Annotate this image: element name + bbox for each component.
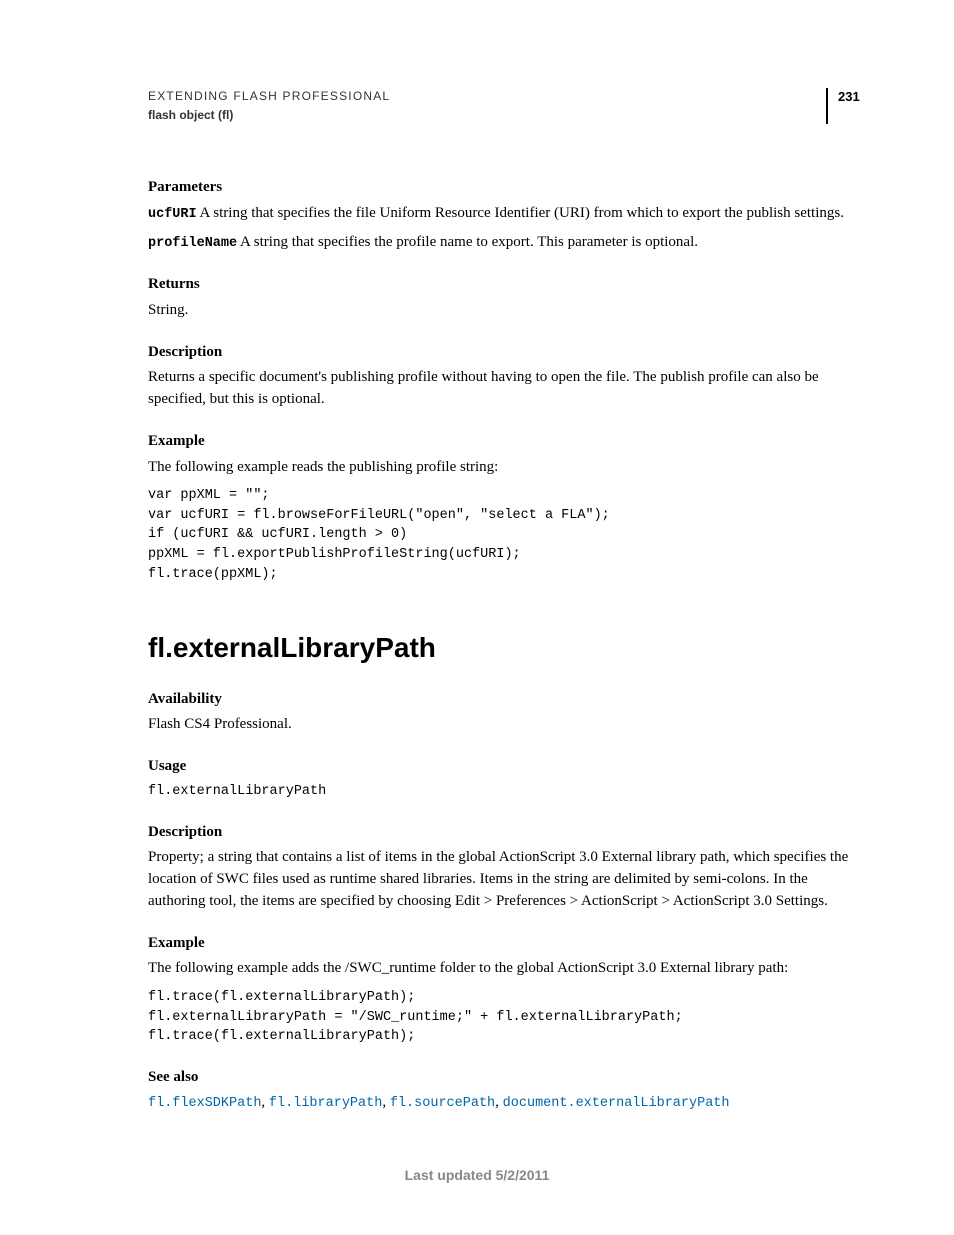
link-document-externallibrarypath[interactable]: document.externalLibraryPath	[503, 1096, 730, 1111]
description-text-2: Property; a string that contains a list …	[148, 847, 866, 912]
usage-heading: Usage	[148, 756, 866, 778]
description-text: Returns a specific document's publishing…	[148, 367, 866, 411]
link-librarypath[interactable]: fl.libraryPath	[269, 1096, 382, 1111]
description-heading-2: Description	[148, 822, 866, 844]
param-ucfuri: ucfURI A string that specifies the file …	[148, 203, 866, 225]
example-heading: Example	[148, 431, 866, 453]
content: Parameters ucfURI A string that specifie…	[148, 177, 866, 1114]
availability-text: Flash CS4 Professional.	[148, 714, 866, 736]
doc-title: EXTENDING FLASH PROFESSIONAL	[148, 88, 826, 105]
page-header: EXTENDING FLASH PROFESSIONAL flash objec…	[148, 88, 866, 125]
sep: ,	[261, 1094, 269, 1110]
doc-subtitle: flash object (fl)	[148, 107, 826, 124]
returns-text: String.	[148, 300, 866, 322]
param-desc: A string that specifies the file Uniform…	[197, 205, 844, 221]
availability-heading: Availability	[148, 689, 866, 711]
link-flexsdkpath[interactable]: fl.flexSDKPath	[148, 1096, 261, 1111]
example-code: var ppXML = ""; var ucfURI = fl.browseFo…	[148, 486, 866, 584]
example-intro-2: The following example adds the /SWC_runt…	[148, 958, 866, 980]
footer-updated: Last updated 5/2/2011	[0, 1165, 954, 1185]
example-code-2: fl.trace(fl.externalLibraryPath); fl.ext…	[148, 988, 866, 1047]
example-intro: The following example reads the publishi…	[148, 457, 866, 479]
parameters-heading: Parameters	[148, 177, 866, 199]
see-also-links: fl.flexSDKPath, fl.libraryPath, fl.sourc…	[148, 1092, 866, 1114]
page-number: 231	[826, 88, 866, 124]
returns-heading: Returns	[148, 274, 866, 296]
param-name: ucfURI	[148, 207, 197, 222]
link-sourcepath[interactable]: fl.sourcePath	[390, 1096, 495, 1111]
example-heading-2: Example	[148, 933, 866, 955]
param-desc: A string that specifies the profile name…	[237, 234, 698, 250]
description-heading: Description	[148, 342, 866, 364]
param-profilename: profileName A string that specifies the …	[148, 232, 866, 254]
sep: ,	[382, 1094, 390, 1110]
see-also-heading: See also	[148, 1067, 866, 1089]
param-name: profileName	[148, 236, 237, 251]
sep: ,	[495, 1094, 503, 1110]
usage-code: fl.externalLibraryPath	[148, 782, 866, 802]
header-left: EXTENDING FLASH PROFESSIONAL flash objec…	[148, 88, 826, 125]
page: EXTENDING FLASH PROFESSIONAL flash objec…	[0, 0, 954, 1235]
api-title: fl.externalLibraryPath	[148, 628, 866, 669]
